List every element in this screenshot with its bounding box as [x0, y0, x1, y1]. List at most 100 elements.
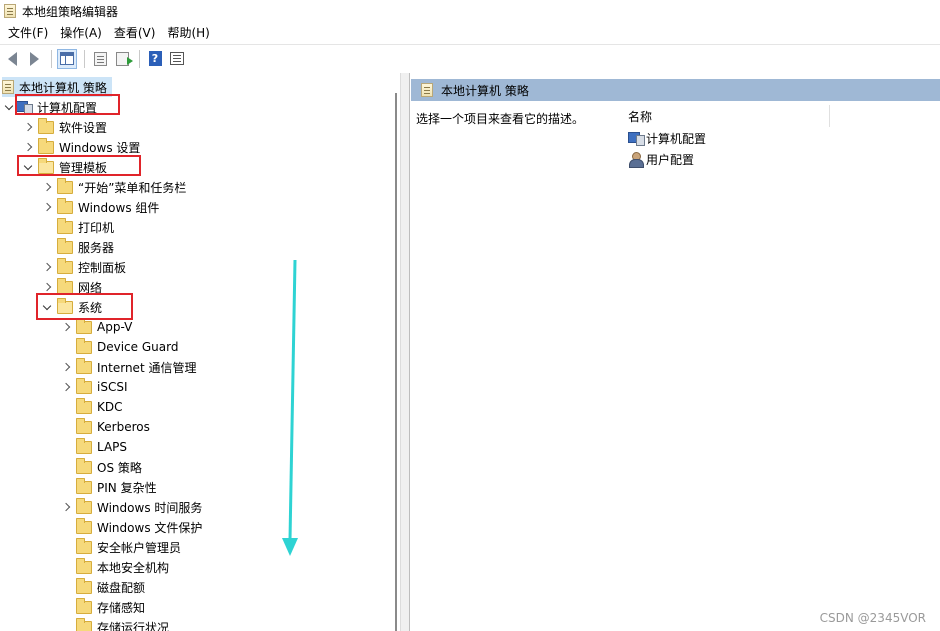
forward-button[interactable]: [24, 49, 44, 69]
folder-icon: [57, 218, 73, 234]
tree-item-control-panel[interactable]: 控制面板: [40, 257, 126, 277]
folder-icon: [76, 598, 92, 614]
tree-item-system-child[interactable]: App-V: [59, 317, 132, 337]
tree-item-printer[interactable]: 打印机: [40, 217, 114, 237]
tree-item-system-child[interactable]: iSCSI: [59, 377, 128, 397]
folder-icon: [76, 458, 92, 474]
toolbar-separator: [51, 49, 52, 68]
details-list: 名称 计算机配置 用户配置: [612, 101, 940, 631]
policy-editor-icon: [4, 4, 16, 18]
folder-icon: [76, 618, 92, 631]
computer-icon: [628, 131, 645, 146]
expand-chevron-icon[interactable]: [40, 177, 54, 197]
pane-splitter[interactable]: [400, 73, 410, 631]
tree-item-system-child[interactable]: LAPS: [59, 437, 127, 457]
export-list-button[interactable]: [112, 49, 133, 69]
tree-item-system-child[interactable]: 本地安全机构: [59, 557, 169, 577]
description-text: 选择一个项目来查看它的描述。: [416, 112, 585, 126]
tree-item-system-child[interactable]: 存储运行状况: [59, 617, 169, 631]
collapse-chevron-icon[interactable]: [2, 97, 16, 117]
show-hide-tree-button[interactable]: [57, 48, 77, 69]
folder-icon: [57, 238, 73, 254]
user-icon: [628, 152, 644, 168]
properties-icon: [170, 52, 184, 65]
help-button[interactable]: ?: [145, 49, 165, 69]
folder-icon: [57, 198, 73, 214]
folder-icon: [38, 118, 54, 134]
tree-item-system-child[interactable]: Windows 时间服务: [59, 497, 202, 517]
tree-item-system-child[interactable]: Internet 通信管理: [59, 357, 196, 377]
expand-chevron-icon[interactable]: [59, 497, 73, 517]
tree-item-system-child[interactable]: 安全帐户管理员: [59, 537, 181, 557]
tree-item-system-child[interactable]: PIN 复杂性: [59, 477, 157, 497]
expand-chevron-icon[interactable]: [59, 377, 73, 397]
folder-icon: [76, 418, 92, 434]
title-bar: 本地组策略编辑器: [0, 0, 940, 22]
tree-scrollbar[interactable]: [392, 73, 400, 631]
tree-item-system-child[interactable]: 存储感知: [59, 597, 145, 617]
annotation-arrow-icon: [282, 259, 298, 556]
watermark: CSDN @2345VOR: [819, 611, 926, 625]
highlight-box-admin-templates: [17, 155, 141, 176]
list-item-computer-config[interactable]: 计算机配置: [628, 128, 706, 148]
folder-icon: [76, 338, 92, 354]
menu-file[interactable]: 文件(F): [2, 22, 54, 44]
tree-item-system-child[interactable]: OS 策略: [59, 457, 142, 477]
folder-icon: [76, 518, 92, 534]
policy-icon: [2, 80, 14, 94]
tree-item-system-child[interactable]: Device Guard: [59, 337, 178, 357]
menu-help[interactable]: 帮助(H): [161, 22, 215, 44]
expand-chevron-icon[interactable]: [40, 197, 54, 217]
menu-action[interactable]: 操作(A): [54, 22, 108, 44]
folder-icon: [76, 438, 92, 454]
toolbar: ?: [0, 44, 940, 72]
window-title: 本地组策略编辑器: [22, 4, 119, 19]
folder-icon: [76, 318, 92, 334]
help-icon: ?: [148, 51, 162, 66]
tree-item-system-child[interactable]: KDC: [59, 397, 123, 417]
folder-icon: [57, 258, 73, 274]
toolbar-separator: [84, 49, 85, 68]
policy-icon: [421, 83, 433, 97]
folder-icon: [57, 178, 73, 194]
folder-icon: [76, 398, 92, 414]
console-tree-icon: [60, 52, 74, 65]
expand-chevron-icon[interactable]: [40, 257, 54, 277]
menu-view[interactable]: 查看(V): [108, 22, 162, 44]
scrollbar-thumb[interactable]: [395, 93, 397, 631]
highlight-box-system: [36, 293, 133, 320]
folder-icon: [76, 498, 92, 514]
tree-item-start-menu[interactable]: “开始”菜单和任务栏: [40, 177, 186, 197]
back-arrow-icon: [7, 51, 17, 66]
folder-icon: [76, 578, 92, 594]
tree-item-system-child[interactable]: Windows 文件保护: [59, 517, 202, 537]
details-header: 本地计算机 策略: [411, 79, 940, 101]
list-item-user-config[interactable]: 用户配置: [628, 149, 694, 169]
column-header-name[interactable]: 名称: [612, 105, 830, 127]
toolbar-separator: [139, 49, 140, 68]
list-icon: [93, 51, 107, 66]
tree-item-windows-components[interactable]: Windows 组件: [40, 197, 159, 217]
list-view-button[interactable]: [90, 49, 110, 69]
tree-item-system-child[interactable]: Kerberos: [59, 417, 150, 437]
expand-chevron-icon[interactable]: [21, 117, 35, 137]
folder-icon: [76, 558, 92, 574]
folder-icon: [76, 478, 92, 494]
expand-chevron-icon[interactable]: [59, 317, 73, 337]
back-button[interactable]: [2, 49, 22, 69]
tree-item-system-child[interactable]: 磁盘配额: [59, 577, 145, 597]
tree-item-server[interactable]: 服务器: [40, 237, 114, 257]
tree-item-windows-settings[interactable]: Windows 设置: [21, 137, 140, 157]
folder-icon: [76, 378, 92, 394]
export-icon: [115, 51, 133, 66]
expand-chevron-icon[interactable]: [59, 357, 73, 377]
properties-button[interactable]: [167, 49, 187, 69]
menu-bar: 文件(F) 操作(A) 查看(V) 帮助(H): [0, 22, 940, 44]
folder-icon: [38, 138, 54, 154]
expand-chevron-icon[interactable]: [21, 137, 35, 157]
details-pane: 本地计算机 策略 选择一个项目来查看它的描述。 名称 计算机配置 用户配置: [411, 73, 940, 631]
tree-item-software-settings[interactable]: 软件设置: [21, 117, 107, 137]
highlight-box-computer-config: [15, 94, 120, 115]
folder-icon: [76, 358, 92, 374]
forward-arrow-icon: [29, 51, 39, 66]
